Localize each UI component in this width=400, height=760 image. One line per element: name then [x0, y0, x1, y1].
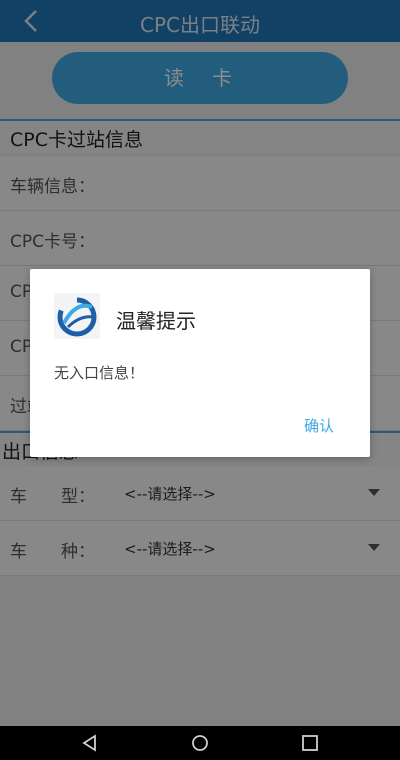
- alert-dialog: 温馨提示 无入口信息！ 确认: [30, 269, 370, 457]
- dialog-message: 无入口信息！: [54, 364, 145, 382]
- home-circle-icon[interactable]: [190, 734, 210, 752]
- confirm-button[interactable]: 确认: [304, 415, 334, 436]
- back-triangle-icon[interactable]: [80, 734, 100, 752]
- app-logo-icon: [54, 293, 100, 339]
- system-nav-bar: [0, 726, 400, 760]
- dialog-title: 温馨提示: [116, 309, 196, 333]
- recents-square-icon[interactable]: [300, 734, 320, 752]
